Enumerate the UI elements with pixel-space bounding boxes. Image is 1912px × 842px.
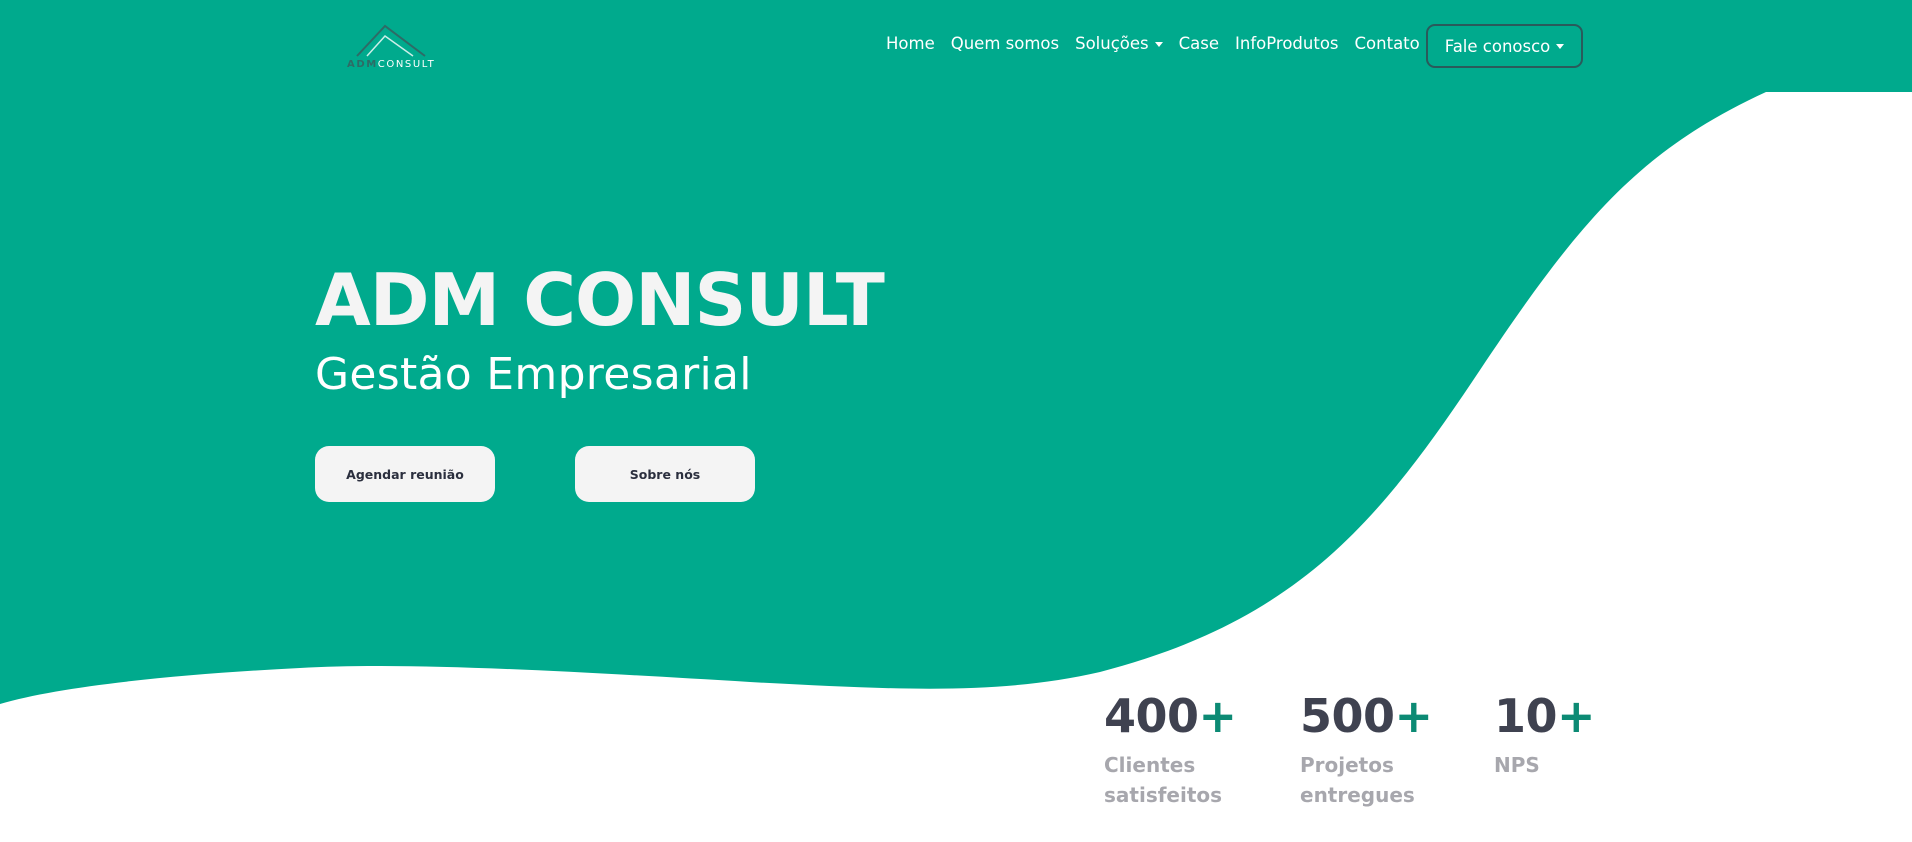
hero: ADM CONSULT Gestão Empresarial — [315, 255, 885, 403]
stat-number: 400+ — [1104, 688, 1237, 744]
nav-item-case[interactable]: Case — [1179, 34, 1219, 53]
schedule-meeting-button[interactable]: Agendar reunião — [315, 446, 495, 502]
stat-label: NPS — [1494, 750, 1595, 780]
stat-plus: + — [1394, 689, 1434, 743]
nav-item-contato[interactable]: Contato — [1355, 34, 1420, 53]
hero-title: ADM CONSULT — [315, 258, 885, 342]
nav-item-infoprodutos[interactable]: InfoProdutos — [1235, 34, 1339, 53]
stat-label-line2: satisfeitos — [1104, 783, 1223, 807]
logo-text-adm: ADM — [347, 59, 378, 70]
nav-item-solucoes[interactable]: Soluções — [1075, 34, 1163, 53]
stat-number: 10+ — [1494, 688, 1596, 744]
about-us-button[interactable]: Sobre nós — [575, 446, 755, 502]
stat-value: 400 — [1104, 689, 1199, 743]
stat-label: Projetos entregues — [1300, 750, 1433, 810]
chevron-down-icon — [1556, 43, 1565, 49]
nav-item-quem-somos[interactable]: Quem somos — [951, 34, 1059, 53]
nav-item-home[interactable]: Home — [886, 34, 935, 53]
stat-projetos: 500+ Projetos entregues — [1300, 688, 1433, 810]
logo-text: ADMCONSULT — [347, 59, 435, 70]
stat-label-line1: Clientes — [1104, 753, 1196, 777]
navbar: ADMCONSULT Home Quem somos Soluções Case… — [0, 0, 1912, 92]
chevron-down-icon — [1154, 42, 1163, 47]
mountain-logo-icon — [356, 24, 426, 57]
stat-clientes: 400+ Clientes satisfeitos — [1104, 688, 1237, 810]
stat-label-line2: entregues — [1300, 783, 1415, 807]
stat-plus: + — [1198, 689, 1238, 743]
stat-nps: 10+ NPS — [1494, 688, 1596, 780]
stat-label-line1: NPS — [1494, 753, 1540, 777]
logo-text-consult: CONSULT — [377, 59, 436, 70]
stat-value: 500 — [1300, 689, 1395, 743]
logo[interactable]: ADMCONSULT — [345, 22, 435, 72]
nav-links: Home Quem somos Soluções Case InfoProdut… — [886, 34, 1436, 53]
fale-conosco-label: Fale conosco — [1444, 36, 1551, 56]
stat-plus: + — [1557, 689, 1596, 743]
stat-label-line1: Projetos — [1300, 753, 1394, 777]
stat-label: Clientes satisfeitos — [1104, 750, 1237, 810]
fale-conosco-dropdown-button[interactable]: Fale conosco — [1426, 24, 1583, 68]
stat-number: 500+ — [1300, 688, 1433, 744]
stat-value: 10 — [1494, 689, 1558, 743]
hero-subtitle: Gestão Empresarial — [315, 349, 752, 400]
nav-item-solucoes-label: Soluções — [1075, 34, 1149, 53]
hero-background-wave — [0, 0, 1912, 704]
